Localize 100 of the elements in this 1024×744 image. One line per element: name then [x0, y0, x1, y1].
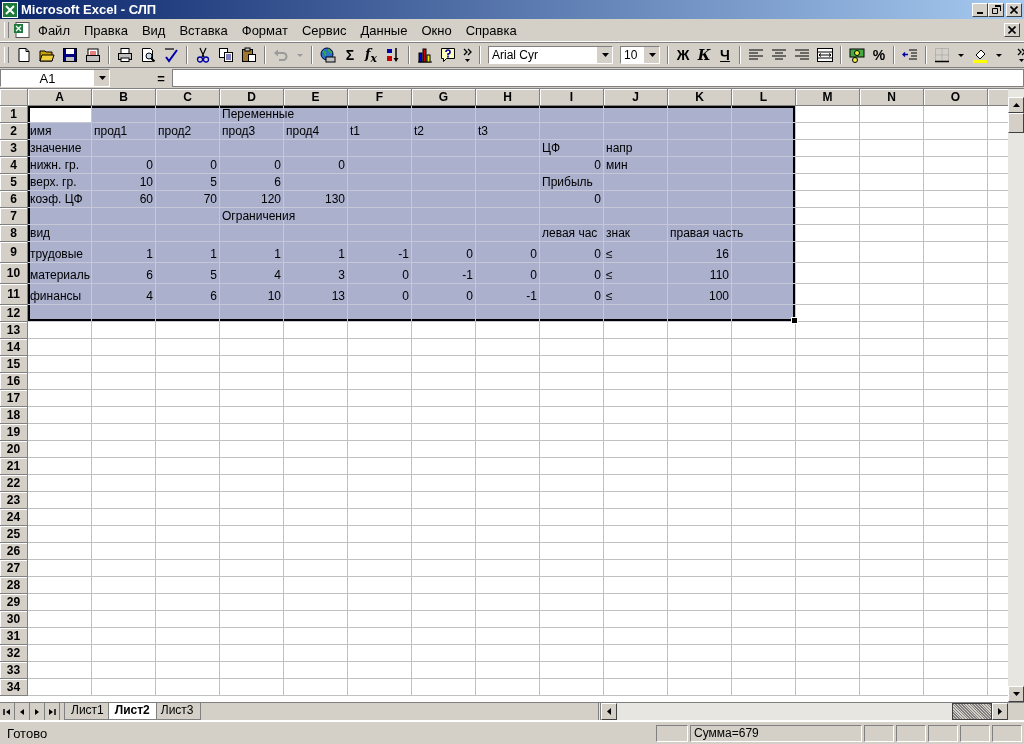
row-header[interactable]: 19 [0, 424, 28, 441]
scroll-down-icon[interactable] [1012, 692, 1020, 696]
align-left-icon[interactable] [748, 47, 764, 63]
scissors-icon[interactable] [195, 47, 211, 63]
row-header[interactable]: 24 [0, 509, 28, 526]
row-header[interactable]: 3 [0, 140, 28, 157]
row-header[interactable]: 20 [0, 441, 28, 458]
scroll-right-icon[interactable] [998, 708, 1002, 715]
column-header[interactable]: O [924, 89, 988, 106]
sheet-tab[interactable]: Лист1 [64, 703, 111, 720]
formula-field[interactable] [172, 69, 1024, 87]
align-right-icon[interactable] [794, 47, 810, 63]
select-all-button[interactable] [0, 89, 28, 106]
minimize-button[interactable] [972, 2, 988, 17]
mail-icon[interactable] [85, 47, 101, 63]
borders-icon[interactable] [934, 47, 950, 63]
menu-item[interactable]: Формат [234, 20, 295, 40]
bold-button[interactable]: Ж [676, 47, 690, 63]
close-button[interactable] [1004, 23, 1020, 37]
row-header[interactable]: 22 [0, 475, 28, 492]
column-header[interactable]: E [284, 89, 348, 106]
sort-icon[interactable] [385, 47, 401, 63]
row-header[interactable]: 14 [0, 339, 28, 356]
merge-center-icon[interactable] [817, 47, 833, 63]
globe-icon[interactable] [320, 47, 336, 63]
column-header[interactable]: N [860, 89, 924, 106]
menu-item[interactable]: Вставка [172, 20, 235, 40]
horizontal-scrollbar[interactable] [598, 703, 1008, 720]
row-header[interactable]: 33 [0, 662, 28, 679]
print-icon[interactable] [117, 47, 133, 63]
menu-item[interactable]: Сервис [294, 20, 354, 40]
column-header[interactable]: H [476, 89, 540, 106]
column-header[interactable]: K [668, 89, 732, 106]
column-header[interactable]: G [412, 89, 476, 106]
menu-item[interactable]: Окно [414, 20, 459, 40]
underline-button[interactable]: Ч [718, 47, 732, 63]
menu-item[interactable]: Правка [76, 20, 135, 40]
save-icon[interactable] [62, 47, 78, 63]
name-box[interactable]: A1 [0, 69, 110, 87]
scroll-left-icon[interactable] [607, 708, 611, 715]
row-header[interactable]: 11 [0, 284, 28, 305]
row-header[interactable]: 2 [0, 123, 28, 140]
more-icon[interactable] [463, 47, 472, 63]
autosum-button[interactable]: Σ [343, 47, 357, 63]
column-header[interactable]: C [156, 89, 220, 106]
row-header[interactable]: 29 [0, 594, 28, 611]
decrease-indent-icon[interactable] [902, 47, 918, 63]
dropdown-arrow-icon[interactable] [98, 76, 106, 80]
align-center-icon[interactable] [771, 47, 787, 63]
fill-handle[interactable] [791, 317, 798, 324]
row-header[interactable]: 10 [0, 263, 28, 284]
print-preview-icon[interactable] [140, 47, 156, 63]
row-header[interactable]: 17 [0, 390, 28, 407]
help-icon[interactable] [440, 47, 456, 63]
row-header[interactable]: 7 [0, 208, 28, 225]
font-size-field[interactable]: 10 [620, 46, 660, 64]
column-header[interactable]: A [28, 89, 92, 106]
vertical-scrollbar[interactable] [1008, 89, 1024, 702]
column-header[interactable]: M [796, 89, 860, 106]
menu-item[interactable]: Файл [31, 20, 77, 40]
column-header[interactable]: L [732, 89, 796, 106]
row-header[interactable]: 30 [0, 611, 28, 628]
sheet-tab[interactable]: Лист2 [107, 703, 157, 720]
close-icon[interactable] [1008, 26, 1016, 34]
previous-sheet-icon[interactable] [18, 707, 26, 716]
copy-icon[interactable] [218, 47, 234, 63]
column-header[interactable]: J [604, 89, 668, 106]
spelling-check-icon[interactable] [163, 47, 179, 63]
row-header[interactable]: 12 [0, 305, 28, 322]
bar-chart-icon[interactable] [417, 47, 433, 63]
row-header[interactable]: 15 [0, 356, 28, 373]
column-header[interactable]: F [348, 89, 412, 106]
last-sheet-icon[interactable] [48, 707, 56, 716]
row-header[interactable]: 32 [0, 645, 28, 662]
row-header[interactable]: 18 [0, 407, 28, 424]
scroll-up-icon[interactable] [1012, 103, 1020, 107]
open-folder-icon[interactable] [39, 47, 55, 63]
row-header[interactable]: 25 [0, 526, 28, 543]
menu-item[interactable]: Данные [353, 20, 415, 40]
row-header[interactable]: 21 [0, 458, 28, 475]
row-header[interactable]: 16 [0, 373, 28, 390]
row-header[interactable]: 4 [0, 157, 28, 174]
row-header[interactable]: 34 [0, 679, 28, 696]
row-header[interactable]: 31 [0, 628, 28, 645]
next-sheet-icon[interactable] [33, 707, 41, 716]
function-button[interactable]: f$_{x}$ [364, 45, 378, 65]
font-name-field[interactable]: Arial Cyr [488, 46, 613, 64]
scroll-thumb[interactable] [952, 703, 992, 720]
close-button[interactable] [1006, 2, 1022, 17]
row-header[interactable]: 27 [0, 560, 28, 577]
dropdown-arrow-icon[interactable] [601, 53, 609, 57]
row-header[interactable]: 13 [0, 322, 28, 339]
money-icon[interactable] [849, 47, 865, 63]
column-header[interactable]: I [540, 89, 604, 106]
percent-button[interactable]: % [872, 47, 886, 63]
paste-icon[interactable] [241, 47, 257, 63]
more-icon[interactable] [1017, 47, 1024, 63]
row-header[interactable]: 26 [0, 543, 28, 560]
row-header[interactable]: 1 [0, 106, 28, 123]
row-header[interactable]: 28 [0, 577, 28, 594]
